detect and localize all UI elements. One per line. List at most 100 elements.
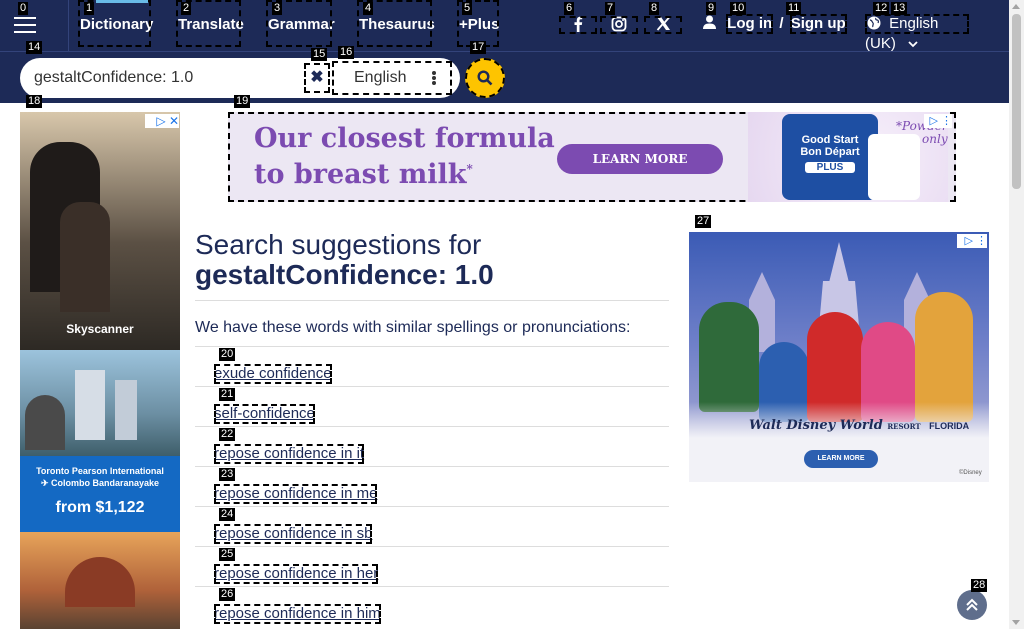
list-item: 20 exude confidence [195, 346, 669, 386]
search-button[interactable] [465, 58, 505, 98]
ad-headline-line2: to breast milk [254, 159, 467, 190]
marker-1: 1 [84, 2, 95, 15]
marker-22: 22 [219, 428, 236, 441]
nav-plus-label: +Plus [459, 16, 500, 33]
more-vertical-icon [432, 71, 436, 85]
ad-route-to: ✈ Colombo Bandaranayake [40, 478, 160, 488]
suggestion-link[interactable]: repose confidence in her [214, 564, 379, 584]
marker-4: 4 [363, 2, 374, 15]
suggestion-link[interactable]: repose confidence in him [214, 604, 381, 624]
marker-19: 19 [234, 95, 251, 108]
ad-brand: Skyscanner [66, 322, 134, 336]
signup-link[interactable]: Sign up [789, 14, 847, 34]
nav-dictionary-label: Dictionary [80, 16, 154, 33]
marker-0: 0 [18, 2, 29, 15]
ad-disney-learn-more[interactable]: LEARN MORE [804, 450, 878, 468]
menu-icon-bar [14, 24, 36, 26]
ad-footnote-mark: * [466, 162, 473, 176]
double-chevron-up-icon [966, 598, 978, 611]
page-title-prefix: Search suggestions for [195, 229, 482, 260]
ad-price: from $1,122 [55, 499, 145, 516]
marker-6: 6 [564, 2, 575, 15]
user-icon [703, 15, 716, 29]
main-content: Search suggestions for gestaltConfidence… [195, 230, 669, 626]
marker-16: 16 [338, 46, 355, 59]
ad-disney-resort: RESORT [887, 422, 921, 431]
ad-figure [60, 202, 110, 312]
ad-statue [25, 395, 65, 450]
adchoices-icon: ▷ ⋮ [957, 234, 987, 248]
ad-product-can: Good Start Bon Départ PLUS [782, 114, 878, 200]
ad-disney-name: Walt Disney World [749, 418, 883, 433]
right-ad[interactable]: Walt Disney World RESORT FLORIDA LEARN M… [689, 232, 989, 482]
ad-dome [65, 557, 135, 607]
ad-disney-location: FLORIDA [929, 421, 970, 431]
ad-learn-more-button[interactable]: LEARN MORE [557, 144, 723, 174]
close-icon: ✖ [310, 69, 324, 86]
page-title: Search suggestions for gestaltConfidence… [195, 230, 669, 290]
page-scrollbar[interactable] [1009, 0, 1024, 629]
ad-copyright: ©Disney [959, 470, 982, 476]
marker-15: 15 [311, 48, 328, 61]
scroll-up-arrow[interactable] [1012, 4, 1020, 9]
login-link[interactable]: Log in [726, 14, 774, 34]
instagram-icon [611, 16, 627, 32]
ad-tower [115, 380, 137, 440]
banner-ad[interactable]: Our closest formula to breast milk* LEAR… [228, 112, 956, 202]
marker-14: 14 [26, 41, 43, 54]
suggestion-link[interactable]: repose confidence in sb [214, 524, 373, 544]
marker-18: 18 [26, 95, 43, 108]
menu-icon-bar [14, 31, 36, 33]
scroll-down-arrow[interactable] [1012, 620, 1020, 625]
suggestion-link[interactable]: self-confidence [214, 404, 315, 424]
dictionary-selector[interactable]: English [332, 61, 452, 95]
site-header: 0 Dictionary 1 Translate 2 Grammar 3 The… [0, 0, 1009, 103]
facebook-icon [574, 16, 583, 32]
dictionary-label: English [354, 69, 407, 86]
suggestion-link[interactable]: repose confidence in it [214, 444, 365, 464]
marker-9: 9 [706, 2, 717, 15]
scroll-thumb[interactable] [1012, 14, 1021, 189]
language-selector[interactable]: English (UK) [865, 14, 969, 52]
search-input[interactable] [34, 64, 314, 92]
marker-25: 25 [219, 548, 236, 561]
marker-8: 8 [649, 2, 660, 15]
ad-photo-palace [20, 532, 180, 629]
scroll-to-top-button[interactable] [957, 590, 987, 620]
marker-5: 5 [462, 2, 473, 15]
ad-product-brand-fr: Bon Départ [800, 146, 860, 158]
x-link[interactable] [644, 16, 682, 34]
ad-product-brand: Good Start [801, 134, 859, 146]
ad-headline-line1: Our closest formula [254, 123, 555, 154]
adchoices-icon: ▷ ✕ [145, 114, 179, 128]
instagram-link[interactable] [600, 16, 638, 34]
left-ad[interactable]: Skyscanner ▷ ✕ Toronto Pearson Internati… [20, 112, 180, 629]
list-item: 23 repose confidence in me [195, 466, 669, 506]
marker-10: 10 [730, 2, 747, 15]
clear-search-button[interactable]: ✖ [304, 63, 330, 93]
marker-13: 13 [891, 2, 908, 15]
divider [195, 300, 669, 301]
marker-2: 2 [181, 2, 192, 15]
marker-27: 27 [695, 215, 712, 228]
suggestions-intro: We have these words with similar spellin… [195, 319, 631, 336]
list-item: 24 repose confidence in sb [195, 506, 669, 546]
ad-fade [689, 402, 989, 482]
marker-28: 28 [971, 579, 988, 592]
search-icon [477, 70, 493, 86]
marker-3: 3 [272, 2, 283, 15]
login-separator: / [779, 15, 784, 32]
suggestion-link[interactable]: repose confidence in me [214, 484, 378, 504]
x-icon [656, 16, 670, 31]
marker-24: 24 [219, 508, 236, 521]
list-item: 26 repose confidence in him [195, 586, 669, 626]
active-indicator [96, 0, 148, 3]
ad-product-plus: PLUS [805, 162, 855, 173]
ad-route-panel: Toronto Pearson International ✈ Colombo … [20, 456, 180, 532]
marker-7: 7 [605, 2, 616, 15]
nav-translate-label: Translate [178, 16, 244, 33]
ad-headline: Our closest formula to breast milk* [254, 124, 555, 190]
suggestion-link[interactable]: exude confidence [214, 364, 332, 384]
facebook-link[interactable] [559, 16, 597, 34]
ad-only: only [922, 132, 948, 146]
